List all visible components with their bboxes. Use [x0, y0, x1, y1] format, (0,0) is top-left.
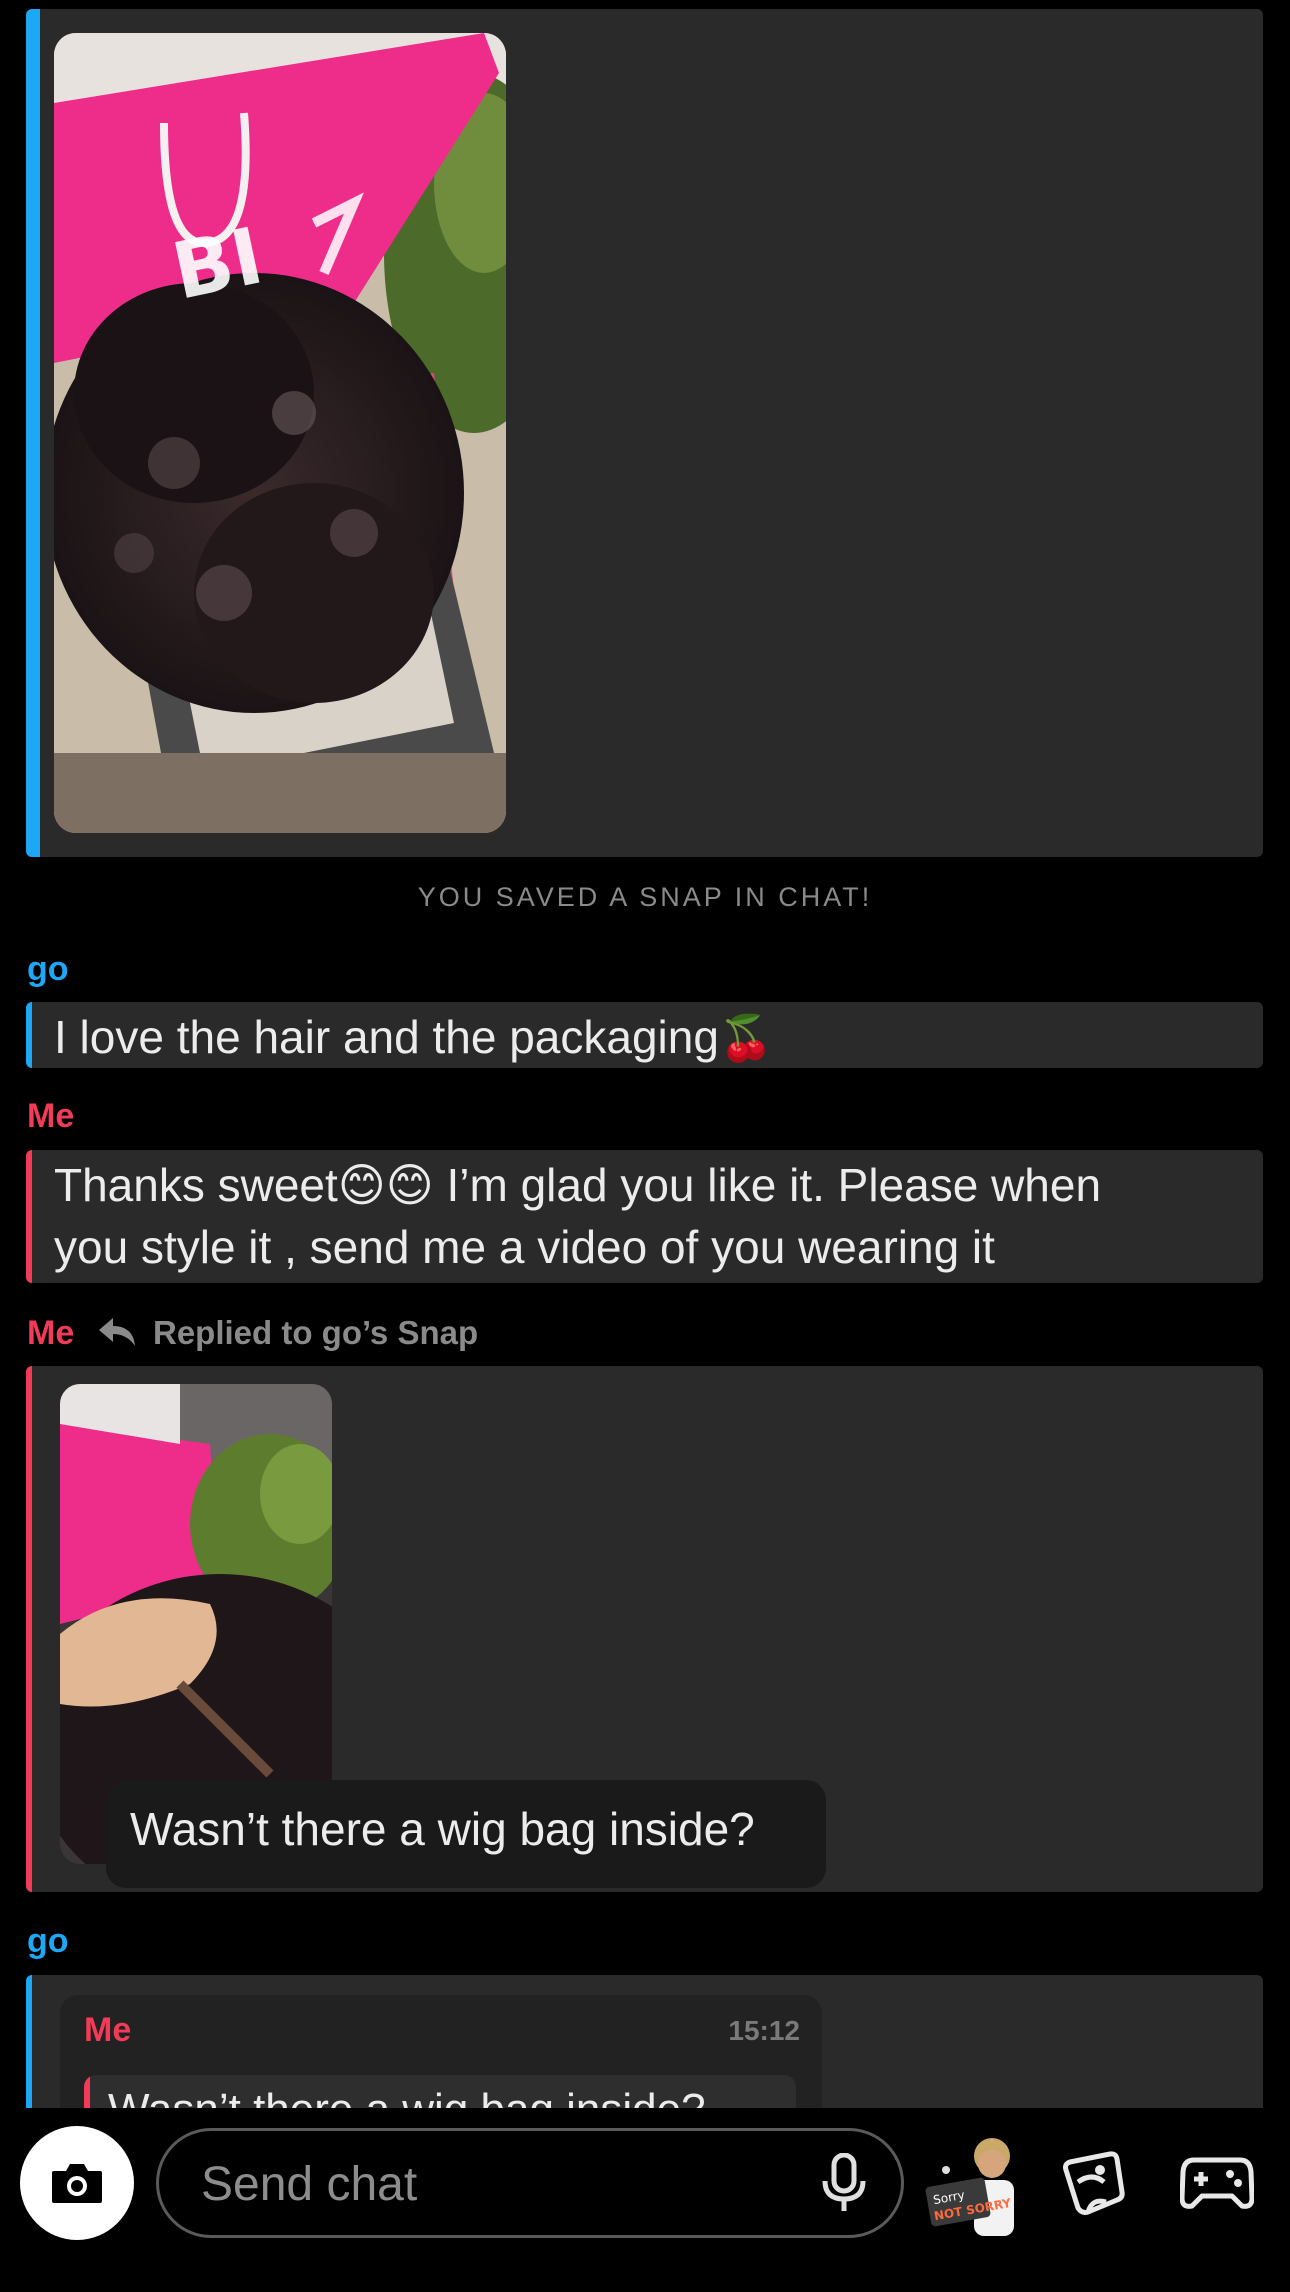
camera-button[interactable] [20, 2126, 134, 2240]
quoted-sender: Me [84, 2011, 132, 2049]
microphone-icon[interactable] [819, 2152, 869, 2220]
message-text-1-body: I love the hair and the packaging [54, 1011, 719, 1063]
snap-message-top: BI [26, 9, 1263, 857]
sticker-icon [1063, 2151, 1125, 2215]
bitmoji-button[interactable]: Sorry NOT SORRY [924, 2132, 1024, 2242]
friend-accent-bar [26, 1002, 32, 1068]
me-accent-bar [26, 1150, 32, 1283]
game-controller-icon [1179, 2157, 1255, 2209]
bitmoji-icon: Sorry NOT SORRY [925, 2138, 1014, 2236]
sticker-button[interactable] [1058, 2148, 1128, 2223]
message-text-1: I love the hair and the packaging🍒 [54, 1006, 774, 1068]
sender-name-me: Me [27, 1097, 75, 1135]
send-chat-input[interactable] [199, 2147, 763, 2221]
quoted-time: 15:12 [728, 2015, 800, 2046]
reply-arrow-icon [97, 1314, 137, 1355]
message-text-2-pre: Thanks sweet [54, 1159, 338, 1211]
snap-image-art: BI [54, 33, 506, 833]
message-text-2-post: I’m glad you like it. Please when [433, 1159, 1102, 1211]
chat-composer-bar: Sorry NOT SORRY [0, 2108, 1290, 2292]
sender-name-go-2: go [27, 1922, 69, 1960]
sender-name-go: go [27, 950, 69, 988]
friend-accent-bar [26, 9, 40, 857]
games-button[interactable] [1179, 2152, 1255, 2217]
saved-snap-thumbnail[interactable]: BI [54, 33, 506, 833]
smile-emoji: 😊😊 [337, 1159, 434, 1211]
reply-label: Replied to go’s Snap [153, 1314, 479, 1351]
send-chat-field[interactable] [156, 2128, 904, 2238]
snap-caption-text: Wasn’t there a wig bag inside? [130, 1803, 755, 1855]
message-bubble-1[interactable]: I love the hair and the packaging🍒 [26, 1002, 1263, 1068]
me-accent-bar [26, 1366, 32, 1892]
sender-name-me-reply: Me [27, 1314, 75, 1352]
snap-caption: Wasn’t there a wig bag inside? [106, 1780, 826, 1888]
snap-reply-message[interactable]: Wasn’t there a wig bag inside? [26, 1366, 1263, 1892]
cherry-emoji: 🍒 [718, 1014, 774, 1063]
message-text-2-line2: you style it , send me a video of you we… [54, 1221, 995, 1273]
message-text-2-line1: Thanks sweet😊😊 I’m glad you like it. Ple… [54, 1154, 1101, 1217]
saved-snap-notice: YOU SAVED A SNAP IN CHAT! [417, 882, 873, 912]
camera-icon [50, 2159, 104, 2212]
message-bubble-2[interactable]: Thanks sweet😊😊 I’m glad you like it. Ple… [26, 1150, 1263, 1283]
svg-text:BI: BI [165, 211, 270, 317]
